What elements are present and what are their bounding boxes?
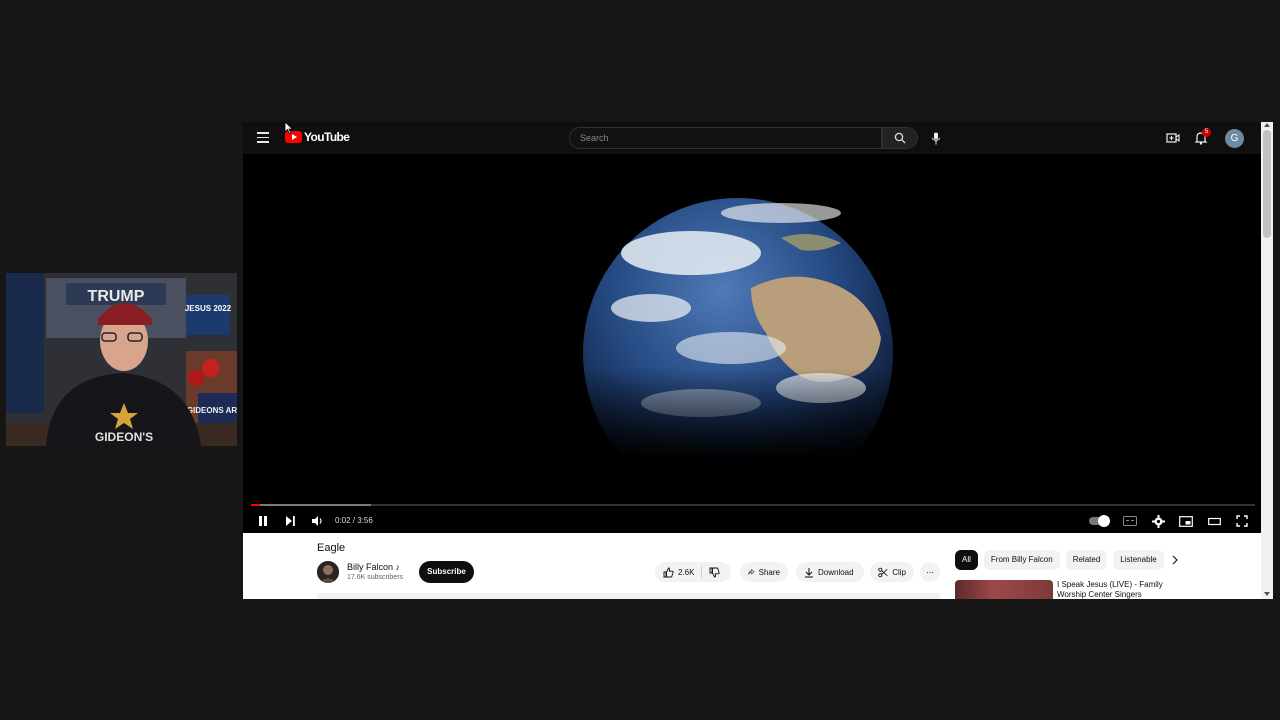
- download-button[interactable]: Download: [796, 562, 864, 582]
- watch-metadata: Eagle Billy Falcon ♪ 17.6K subscribers S…: [243, 533, 1261, 599]
- webcam-overlay: TRUMP JESUS 2022 GIDEONS ARMY GIDEON'S: [6, 273, 237, 446]
- download-icon: [805, 567, 813, 577]
- menu-icon[interactable]: [257, 132, 269, 143]
- earth-video-frame: [581, 198, 895, 460]
- settings-button[interactable]: [1149, 512, 1167, 530]
- channel-avatar-image: [317, 561, 339, 583]
- gear-icon: [1151, 514, 1165, 528]
- player-controls: 0:02 / 3:56: [243, 509, 1261, 533]
- fullscreen-button[interactable]: [1233, 512, 1251, 530]
- captions-icon: [1123, 516, 1137, 526]
- create-button[interactable]: [1165, 130, 1181, 146]
- chevron-right-icon: [1172, 555, 1178, 565]
- miniplayer-button[interactable]: [1177, 512, 1195, 530]
- screen: TRUMP JESUS 2022 GIDEONS ARMY GIDEON'S: [0, 0, 1280, 720]
- page-scrollbar[interactable]: [1261, 122, 1273, 599]
- banner-text: TRUMP: [88, 288, 145, 305]
- search-button[interactable]: [882, 127, 918, 149]
- share-icon: [748, 568, 755, 575]
- theater-mode-button[interactable]: [1205, 512, 1223, 530]
- create-video-icon: [1166, 133, 1180, 143]
- recommendation-title[interactable]: I Speak Jesus (LIVE) - Family Worship Ce…: [1057, 580, 1187, 599]
- miniplayer-icon: [1179, 515, 1193, 527]
- masthead: YouTube Search 5 G: [243, 122, 1261, 154]
- played-bar: [251, 504, 260, 506]
- pause-icon: [259, 516, 267, 526]
- search-icon: [894, 132, 906, 144]
- download-label: Download: [818, 567, 854, 577]
- sign-text: JESUS 2022: [185, 304, 232, 313]
- time-display: 0:02 / 3:56: [335, 516, 373, 525]
- video-title: Eagle: [317, 542, 346, 554]
- voice-search-button[interactable]: [925, 127, 947, 149]
- shirt-text: GIDEON'S: [95, 430, 153, 444]
- chips-next-button[interactable]: [1169, 553, 1181, 567]
- recommendation-chips: All From Billy Falcon Related Listenable: [955, 550, 1164, 570]
- subtitles-button[interactable]: [1121, 512, 1139, 530]
- account-avatar[interactable]: G: [1225, 129, 1244, 148]
- share-button[interactable]: Share: [740, 562, 788, 582]
- chip-from-channel[interactable]: From Billy Falcon: [983, 550, 1060, 570]
- fullscreen-icon: [1236, 515, 1248, 527]
- youtube-window: YouTube Search 5 G 0:02 / 3:56 Eagle Bil…: [243, 122, 1273, 599]
- scroll-down-icon[interactable]: [1264, 592, 1270, 596]
- pause-button[interactable]: [254, 512, 272, 530]
- mouse-cursor-icon: [284, 121, 294, 135]
- like-dislike-group: 2.6K: [655, 562, 731, 582]
- like-divider: [701, 566, 703, 578]
- thumbs-up-icon[interactable]: [663, 567, 674, 578]
- volume-icon: [311, 516, 322, 526]
- share-label: Share: [758, 567, 780, 577]
- theater-icon: [1207, 517, 1221, 525]
- channel-name[interactable]: Billy Falcon ♪: [347, 562, 400, 572]
- skip-next-icon: [286, 516, 295, 526]
- autoplay-toggle[interactable]: [1089, 515, 1110, 527]
- more-actions-button[interactable]: ⋯: [920, 562, 940, 582]
- logo-text: YouTube: [304, 130, 350, 144]
- channel-avatar[interactable]: [317, 561, 339, 583]
- flag-text: GIDEONS ARMY: [187, 406, 237, 415]
- like-count[interactable]: 2.6K: [678, 568, 694, 577]
- webcam-scene: TRUMP JESUS 2022 GIDEONS ARMY GIDEON'S: [6, 273, 237, 446]
- chip-listenable[interactable]: Listenable: [1113, 550, 1164, 570]
- scissors-icon: [878, 567, 888, 577]
- next-button[interactable]: [281, 512, 299, 530]
- more-actions-icon: ⋯: [926, 567, 934, 577]
- subscribe-button[interactable]: Subscribe: [419, 561, 474, 583]
- chip-all[interactable]: All: [955, 550, 978, 570]
- mute-button[interactable]: [308, 512, 326, 530]
- clip-label: Clip: [892, 567, 906, 577]
- search-input[interactable]: Search: [569, 127, 882, 149]
- microphone-icon: [931, 132, 941, 144]
- video-player[interactable]: 0:02 / 3:56: [243, 154, 1261, 533]
- chip-related[interactable]: Related: [1065, 550, 1108, 570]
- scroll-up-icon[interactable]: [1264, 123, 1270, 127]
- progress-bar[interactable]: [251, 504, 1255, 506]
- scrollbar-thumb[interactable]: [1263, 130, 1271, 238]
- recommendation-thumbnail[interactable]: [955, 580, 1053, 599]
- notification-badge: 5: [1202, 128, 1211, 137]
- buffer-bar: [251, 504, 371, 506]
- subscriber-count: 17.6K subscribers: [347, 574, 404, 581]
- autoplay-knob: [1098, 515, 1110, 527]
- youtube-logo[interactable]: YouTube: [285, 130, 350, 144]
- thumbs-down-icon[interactable]: [709, 567, 721, 578]
- description-box-edge: [317, 593, 941, 599]
- clip-button[interactable]: Clip: [870, 562, 914, 582]
